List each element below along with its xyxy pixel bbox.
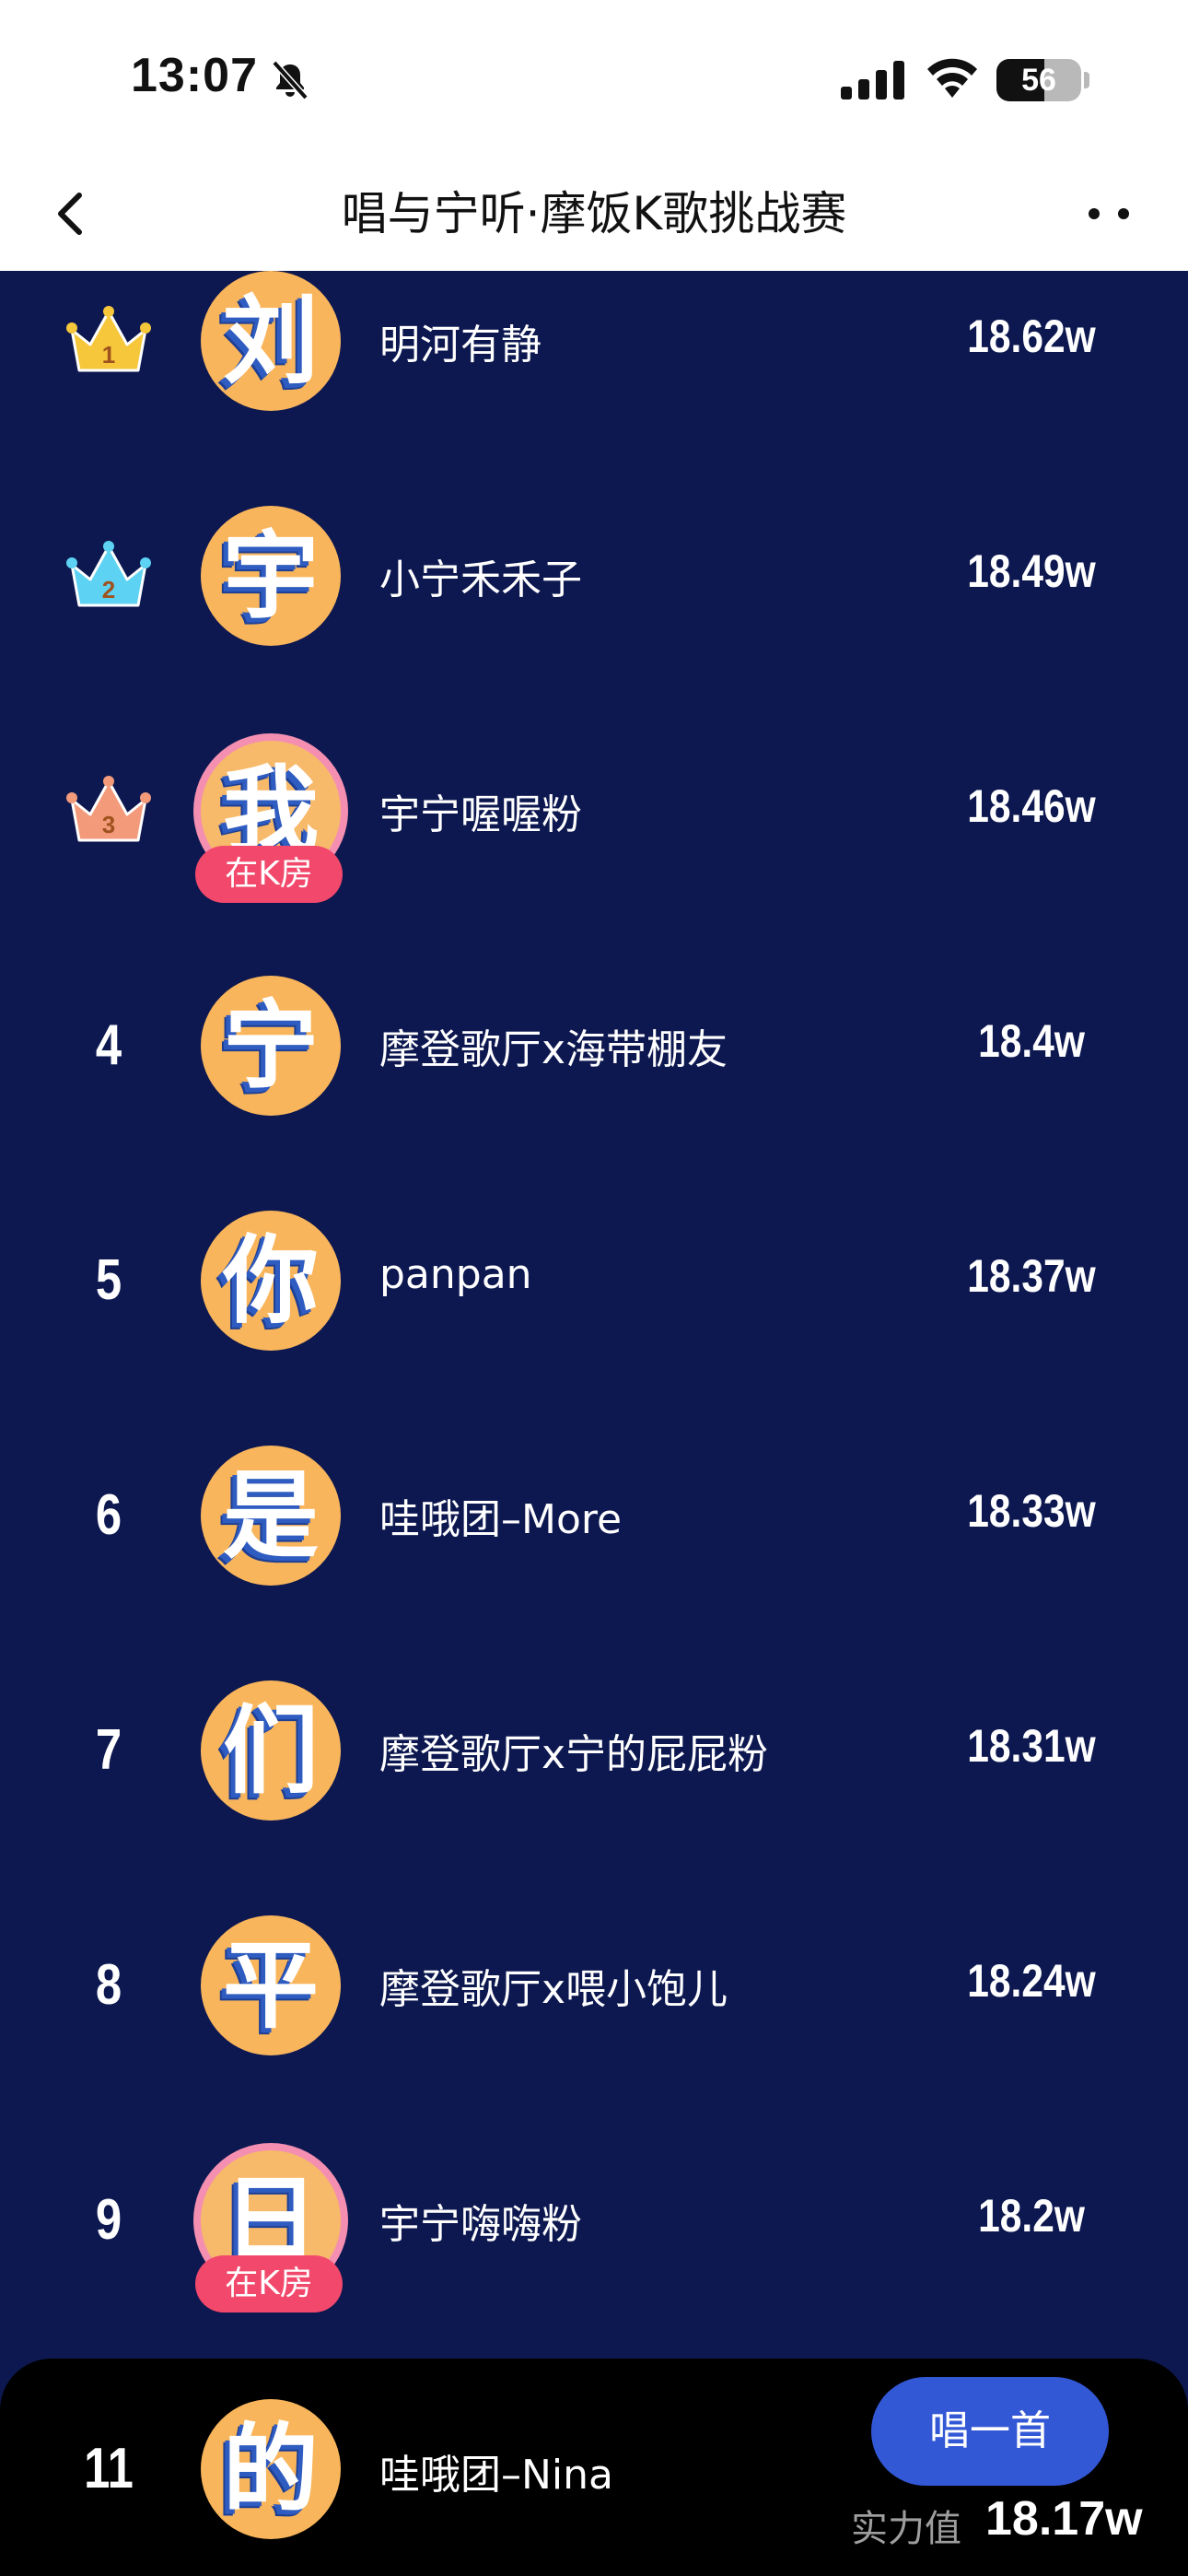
ranking-row[interactable]: 4 宁 摩登歌厅x海带棚友 18.4w bbox=[0, 966, 1188, 1201]
nickname: 摩登歌厅x宁的屁屁粉 bbox=[379, 1731, 769, 1778]
ranking-row[interactable]: 6 是 哇哦团–More 18.33w bbox=[0, 1436, 1188, 1671]
rank-number: 8 bbox=[95, 1953, 122, 2017]
score: 18.49w bbox=[967, 545, 1096, 597]
ranking-row[interactable]: 2 宇 小宁禾禾子 18.49w bbox=[0, 497, 1188, 732]
avatar[interactable]: 平 bbox=[201, 1915, 341, 2055]
my-avatar-char: 的 bbox=[222, 2413, 319, 2525]
nickname: 小宁禾禾子 bbox=[379, 556, 582, 603]
avatar-char: 宇 bbox=[222, 520, 319, 632]
avatar[interactable]: 宁 bbox=[201, 976, 341, 1116]
avatar-char: 平 bbox=[222, 1929, 319, 2042]
nickname: 哇哦团–More bbox=[379, 1496, 623, 1543]
gold-crown-icon: 1 bbox=[66, 306, 151, 372]
nav-bar: 唱与宁听·摩饭K歌挑战赛 bbox=[0, 157, 1188, 271]
more-dots-icon[interactable] bbox=[1076, 190, 1149, 238]
avatar[interactable]: 们 bbox=[201, 1680, 341, 1821]
status-time: 13:07 bbox=[131, 49, 258, 102]
my-score-label: 实力值 bbox=[851, 2508, 961, 2550]
avatar-char: 们 bbox=[222, 1694, 319, 1807]
nickname: 宇宁嗨嗨粉 bbox=[379, 2201, 582, 2248]
score: 18.24w bbox=[967, 1955, 1096, 2007]
rank-number: 5 bbox=[95, 1248, 122, 1312]
nickname: 摩登歌厅x喂小饱儿 bbox=[379, 1966, 728, 2013]
ranking-row[interactable]: 8 平 摩登歌厅x喂小饱儿 18.24w bbox=[0, 1906, 1188, 2141]
page-title: 唱与宁听·摩饭K歌挑战赛 bbox=[341, 187, 847, 240]
my-rank-bar: 11 的 哇哦团–Nina 唱一首 实力值 18.17w bbox=[0, 2359, 1188, 2576]
avatar-char: 是 bbox=[222, 1459, 319, 1572]
wifi-icon bbox=[927, 58, 977, 98]
status-bar: 13:07 56 bbox=[0, 0, 1188, 157]
avatar-char: 宁 bbox=[222, 989, 319, 1102]
ranking-row[interactable]: 1 刘 明河有静 18.62w bbox=[0, 262, 1188, 497]
nickname: 摩登歌厅x海带棚友 bbox=[379, 1026, 728, 1073]
avatar-char: 你 bbox=[222, 1224, 319, 1337]
blue-crown-icon: 2 bbox=[66, 541, 151, 607]
my-nickname: 哇哦团–Nina bbox=[379, 2452, 613, 2499]
ranking-row[interactable]: 5 你 panpan 18.37w bbox=[0, 1201, 1188, 1436]
ranking-row[interactable]: 3 我在K房 宇宁喔喔粉 18.46w bbox=[0, 732, 1188, 966]
nickname: 宇宁喔喔粉 bbox=[379, 791, 582, 838]
score: 18.4w bbox=[978, 1015, 1085, 1067]
nickname: 明河有静 bbox=[379, 322, 542, 369]
crown-rank: 1 bbox=[102, 341, 115, 369]
battery-icon: 56 bbox=[996, 59, 1081, 101]
score: 18.33w bbox=[967, 1485, 1096, 1537]
ranking-row[interactable]: 7 们 摩登歌厅x宁的屁屁粉 18.31w bbox=[0, 1671, 1188, 1906]
avatar[interactable]: 刘 bbox=[201, 271, 341, 411]
rank-number: 9 bbox=[95, 2188, 122, 2252]
crown-rank: 3 bbox=[102, 811, 115, 838]
ranking-row[interactable]: 9 日在K房 宇宁嗨嗨粉 18.2w bbox=[0, 2141, 1188, 2376]
rank-number: 7 bbox=[95, 1718, 122, 1782]
live-badge[interactable]: 在K房 bbox=[195, 846, 343, 903]
avatar[interactable]: 你 bbox=[201, 1211, 341, 1351]
signal-icon bbox=[841, 61, 904, 100]
battery-percent: 56 bbox=[1021, 63, 1056, 98]
avatar-char: 刘 bbox=[222, 285, 319, 397]
score: 18.37w bbox=[967, 1250, 1096, 1302]
my-rank-number: 11 bbox=[84, 2437, 134, 2500]
score: 18.2w bbox=[978, 2190, 1085, 2242]
my-score: 18.17w bbox=[985, 2492, 1143, 2546]
bell-off-icon bbox=[272, 60, 309, 100]
live-badge[interactable]: 在K房 bbox=[195, 2255, 343, 2313]
battery-tip bbox=[1084, 72, 1089, 88]
rank-number: 4 bbox=[95, 1013, 122, 1077]
avatar[interactable]: 是 bbox=[201, 1446, 341, 1586]
crown-rank: 2 bbox=[102, 576, 115, 603]
my-avatar[interactable]: 的 bbox=[201, 2399, 341, 2539]
avatar[interactable]: 宇 bbox=[201, 506, 341, 646]
sing-button[interactable]: 唱一首 bbox=[871, 2377, 1109, 2486]
score: 18.46w bbox=[967, 780, 1096, 832]
rank-number: 6 bbox=[95, 1483, 122, 1547]
score: 18.62w bbox=[967, 310, 1096, 362]
score: 18.31w bbox=[967, 1720, 1096, 1772]
bronze-crown-icon: 3 bbox=[66, 776, 151, 842]
nickname: panpan bbox=[379, 1251, 532, 1298]
chevron-left-icon[interactable] bbox=[46, 182, 101, 245]
